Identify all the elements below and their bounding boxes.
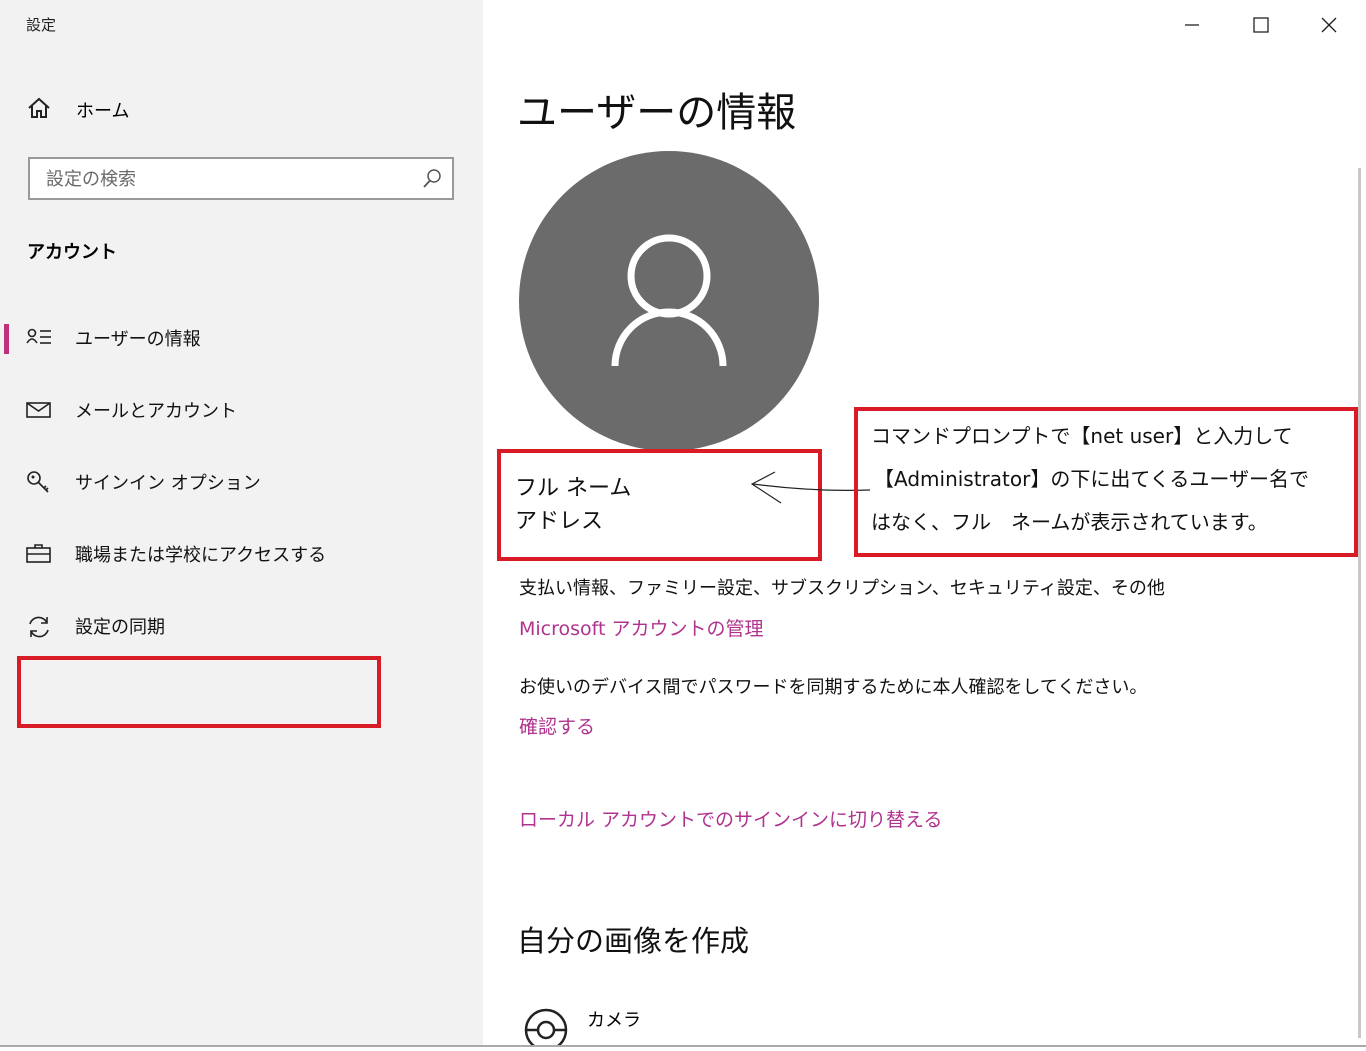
scrollbar[interactable] [1358, 168, 1361, 1038]
user-address: アドレス [515, 509, 604, 534]
window-title: 設定 [26, 16, 57, 34]
billing-info-text: 支払い情報、ファミリー設定、サブスクリプション、セキュリティ設定、その他 [519, 578, 1165, 599]
key-icon [26, 470, 52, 494]
switch-local-account-link[interactable]: ローカル アカウントでのサインインに切り替える [519, 805, 942, 832]
mail-icon [26, 398, 52, 422]
annotation-empty-box [17, 656, 381, 728]
annotation-line: はなく、フル ネームが表示されています。 [871, 510, 1268, 534]
sidebar: 設定 ホーム アカウント [0, 0, 483, 1047]
sync-icon [26, 614, 52, 638]
camera-icon [524, 1008, 568, 1051]
search-box[interactable] [28, 157, 454, 200]
search-input[interactable] [30, 159, 408, 200]
sidebar-item-label: ユーザーの情報 [75, 329, 201, 350]
home-label: ホーム [76, 101, 130, 122]
annotation-line: コマンドプロンプトで【net user】と入力して [871, 424, 1293, 448]
home-icon [26, 96, 52, 124]
person-icon [611, 234, 727, 367]
verify-description: お使いのデバイス間でパスワードを同期するために本人確認をしてください。 [519, 677, 1148, 698]
verify-link[interactable]: 確認する [519, 712, 595, 739]
home-nav-item[interactable]: ホーム [26, 94, 129, 126]
sidebar-item-work-school[interactable]: 職場または学校にアクセスする [0, 532, 483, 576]
maximize-button[interactable] [1246, 10, 1276, 40]
avatar [519, 151, 819, 451]
sidebar-item-signin-options[interactable]: サインイン オプション [0, 460, 483, 504]
camera-label: カメラ [587, 1010, 641, 1031]
page-title: ユーザーの情報 [517, 90, 797, 136]
sidebar-item-sync-settings[interactable]: 設定の同期 [0, 604, 483, 648]
user-full-name: フル ネーム [515, 476, 632, 501]
sidebar-item-mail-accounts[interactable]: メールとアカウント [0, 388, 483, 432]
section-title: アカウント [27, 242, 117, 263]
person-list-icon [26, 326, 52, 350]
sidebar-item-label: メールとアカウント [75, 401, 237, 422]
sidebar-item-user-info[interactable]: ユーザーの情報 [0, 316, 483, 360]
camera-option[interactable]: カメラ [522, 1000, 722, 1051]
create-picture-title: 自分の画像を作成 [517, 924, 750, 958]
manage-account-link[interactable]: Microsoft アカウントの管理 [519, 614, 764, 641]
search-icon[interactable] [422, 168, 442, 194]
sidebar-item-label: 職場または学校にアクセスする [75, 545, 327, 566]
minimize-button[interactable] [1177, 10, 1207, 40]
selection-accent [4, 324, 9, 354]
sidebar-item-label: 設定の同期 [75, 617, 165, 638]
close-button[interactable] [1314, 10, 1344, 40]
briefcase-icon [26, 542, 52, 566]
annotation-line: 【Administrator】の下に出てくるユーザー名で [874, 467, 1309, 491]
sidebar-item-label: サインイン オプション [75, 473, 261, 494]
